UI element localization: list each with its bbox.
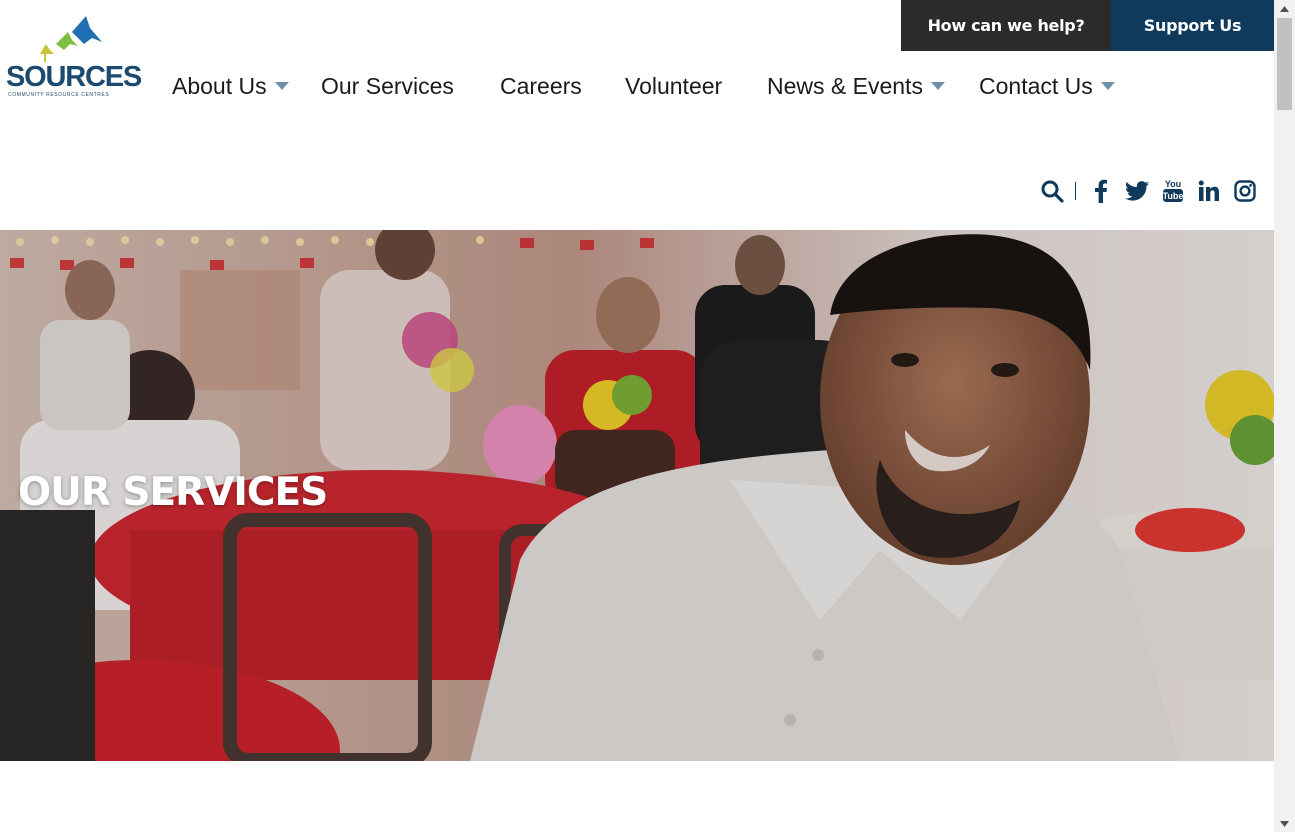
linkedin-icon[interactable] <box>1196 177 1222 205</box>
sources-logo[interactable]: SOURCES COMMUNITY RESOURCE CENTRES <box>4 14 142 100</box>
social-bar: You Tube <box>1029 176 1258 206</box>
support-us-button[interactable]: Support Us <box>1111 0 1274 51</box>
hero-title: OUR SERVICES <box>18 470 328 515</box>
nav-label: News & Events <box>767 72 923 99</box>
twitter-icon[interactable] <box>1124 177 1150 205</box>
youtube-icon[interactable]: You Tube <box>1160 177 1186 205</box>
nav-label: Our Services <box>321 72 454 99</box>
nav-label: Careers <box>500 72 582 99</box>
page: SOURCES COMMUNITY RESOURCE CENTRES How c… <box>0 0 1274 832</box>
scroll-up-arrow-icon[interactable] <box>1274 0 1295 17</box>
utility-bar: How can we help? Support Us <box>901 0 1274 51</box>
chevron-down-icon[interactable] <box>274 82 289 90</box>
hero-banner: OUR SERVICES <box>0 230 1274 761</box>
how-can-we-help-button[interactable]: How can we help? <box>901 0 1111 51</box>
nav-item-our-services[interactable]: Our Services <box>321 70 454 102</box>
nav-item-volunteer[interactable]: Volunteer <box>625 70 722 102</box>
logo-tagline: COMMUNITY RESOURCE CENTRES <box>8 92 110 98</box>
nav-item-about-us[interactable]: About Us <box>172 70 289 102</box>
nav-label: Volunteer <box>625 72 723 99</box>
facebook-icon[interactable] <box>1088 177 1114 205</box>
scrollbar-thumb[interactable] <box>1277 18 1292 110</box>
nav-item-news-events[interactable]: News & Events <box>767 70 945 102</box>
nav-label: Contact Us <box>979 72 1093 99</box>
bird-logo-icon <box>40 16 102 62</box>
nav-item-contact-us[interactable]: Contact Us <box>979 70 1115 102</box>
nav-item-careers[interactable]: Careers <box>500 70 582 102</box>
logo-wordmark: SOURCES <box>6 61 142 93</box>
scroll-down-arrow-icon[interactable] <box>1274 815 1295 832</box>
instagram-icon[interactable] <box>1232 177 1258 205</box>
chevron-down-icon[interactable] <box>930 82 945 90</box>
vertical-scrollbar[interactable] <box>1274 0 1295 832</box>
search-icon[interactable] <box>1039 177 1065 205</box>
svg-text:Tube: Tube <box>1163 191 1184 201</box>
nav-label: About Us <box>172 72 267 99</box>
chevron-down-icon[interactable] <box>1100 82 1115 90</box>
svg-text:You: You <box>1165 179 1181 189</box>
divider <box>1075 182 1076 200</box>
